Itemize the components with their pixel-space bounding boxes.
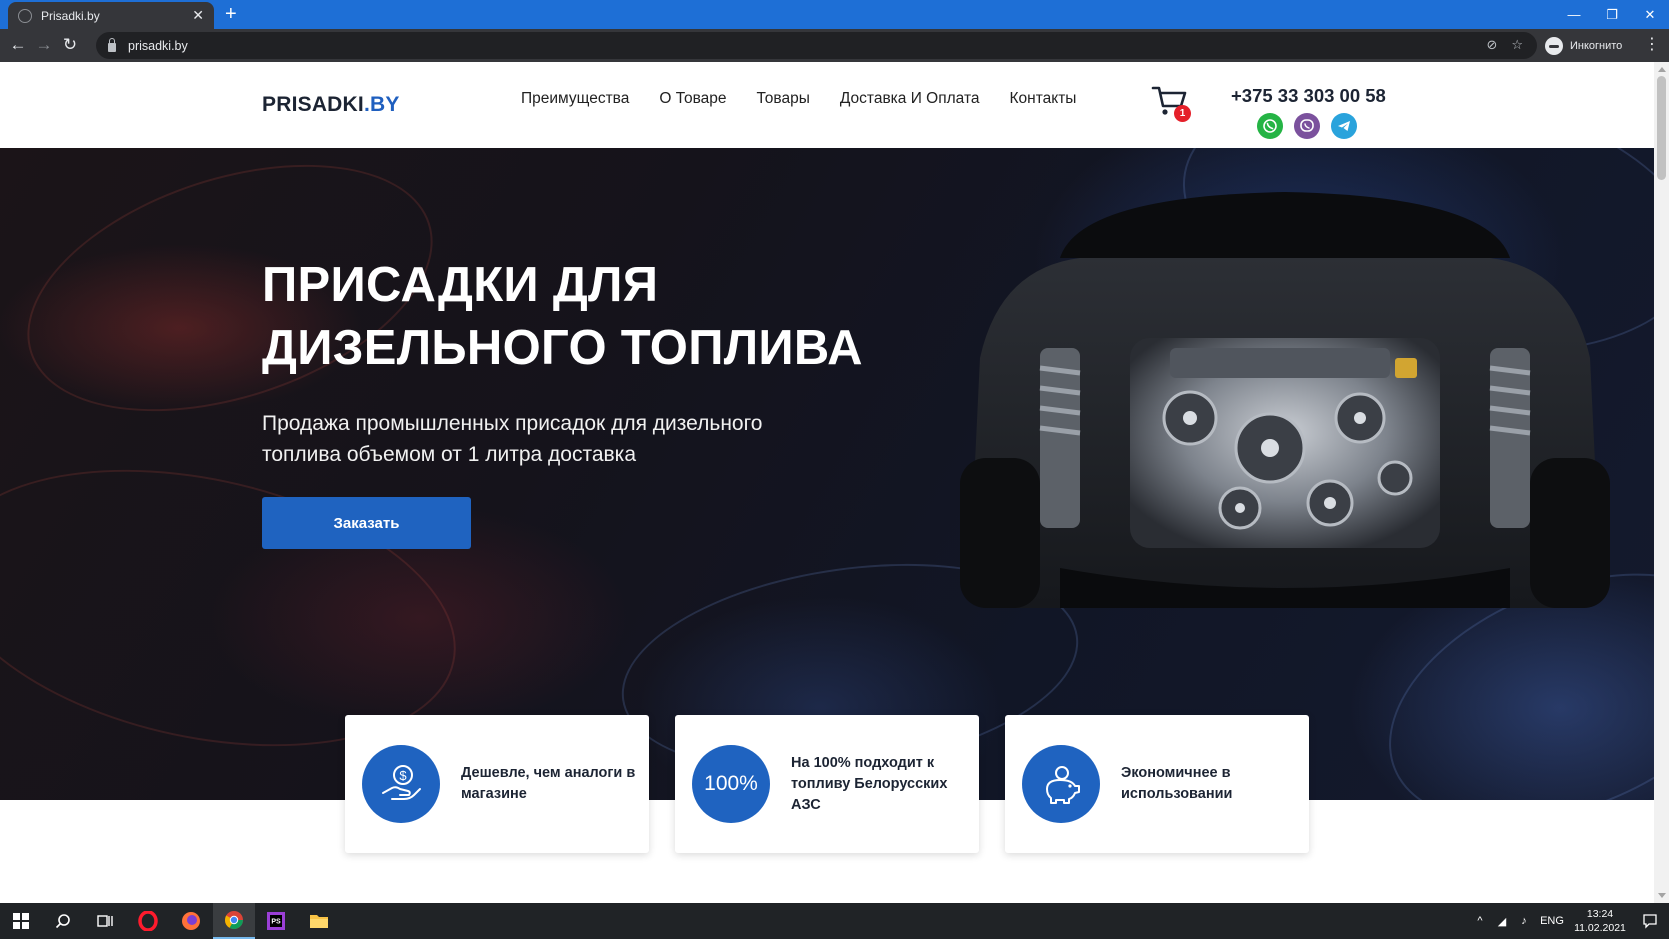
close-window-icon[interactable]: ✕ bbox=[1631, 0, 1669, 29]
system-tray: ^ ◢ ♪ ENG 13:24 11.02.2021 bbox=[1469, 903, 1669, 939]
clock-time: 13:24 bbox=[1586, 908, 1614, 920]
page-viewport: PRISADKI.BY Преимущества О Товаре Товары… bbox=[0, 62, 1669, 903]
incognito-icon bbox=[1545, 36, 1563, 55]
tray-chevron-up-icon[interactable]: ^ bbox=[1469, 915, 1491, 927]
feature-card: 100% На 100% подходит к топливу Белорусс… bbox=[675, 715, 979, 853]
start-windows-icon[interactable] bbox=[0, 903, 42, 939]
order-button[interactable]: Заказать bbox=[262, 497, 471, 549]
reload-icon[interactable]: ↻ bbox=[58, 33, 82, 57]
clock-date: 11.02.2021 bbox=[1574, 922, 1626, 934]
restore-icon[interactable]: ❐ bbox=[1593, 0, 1631, 29]
chrome-icon[interactable] bbox=[213, 903, 255, 939]
nav-products[interactable]: Товары bbox=[757, 90, 810, 108]
incognito-label: Инкогнито bbox=[1570, 39, 1623, 52]
eye-off-icon[interactable]: ⊘ bbox=[1486, 37, 1497, 53]
svg-text:$: $ bbox=[399, 768, 407, 783]
feature-text: Дешевле, чем аналоги в магазине bbox=[461, 765, 636, 802]
site-header: PRISADKI.BY Преимущества О Товаре Товары… bbox=[0, 62, 1654, 148]
percent-badge-icon: 100% bbox=[692, 745, 770, 823]
nav-about-product[interactable]: О Товаре bbox=[659, 90, 726, 108]
tab-close-icon[interactable]: ✕ bbox=[192, 7, 204, 24]
hand-coin-icon: $ bbox=[362, 745, 440, 823]
car-engine-illustration bbox=[960, 192, 1610, 608]
feature-card: $ Дешевле, чем аналоги в магазине bbox=[345, 715, 649, 853]
notifications-icon[interactable] bbox=[1631, 913, 1669, 929]
language-indicator[interactable]: ENG bbox=[1535, 915, 1569, 927]
feature-text: Экономичнее в использовании bbox=[1121, 765, 1233, 802]
back-icon[interactable]: ← bbox=[6, 33, 30, 57]
browser-tab[interactable]: Prisadki.by ✕ bbox=[8, 2, 214, 29]
nav-contacts[interactable]: Контакты bbox=[1010, 90, 1077, 108]
viber-icon[interactable] bbox=[1294, 113, 1320, 139]
feature-card: Экономичнее в использовании bbox=[1005, 715, 1309, 853]
new-tab-button[interactable]: + bbox=[225, 3, 237, 25]
scrollbar-thumb[interactable] bbox=[1657, 76, 1666, 180]
logo-main: PRISADKI bbox=[262, 93, 364, 116]
phpstorm-icon[interactable]: PS bbox=[255, 903, 297, 939]
cart-button[interactable]: 1 bbox=[1151, 84, 1191, 124]
scroll-down-icon[interactable] bbox=[1658, 893, 1666, 898]
svg-text:PS: PS bbox=[271, 919, 281, 926]
window-controls: — ❐ ✕ bbox=[1555, 0, 1669, 29]
bookmark-star-icon[interactable]: ☆ bbox=[1511, 37, 1523, 53]
messenger-links bbox=[1257, 113, 1357, 139]
network-icon[interactable]: ◢ bbox=[1491, 915, 1513, 928]
scroll-up-icon[interactable] bbox=[1658, 67, 1666, 72]
hero-subtitle: Продажа промышленных присадок для дизель… bbox=[262, 412, 763, 466]
phone-number[interactable]: +375 33 303 00 58 bbox=[1231, 85, 1386, 107]
os-taskbar: PS ^ ◢ ♪ ENG 13:24 11.02.2021 bbox=[0, 903, 1669, 939]
browser-menu-icon[interactable]: ⋮ bbox=[1644, 34, 1660, 54]
tab-title: Prisadki.by bbox=[41, 8, 100, 23]
nav-delivery-payment[interactable]: Доставка И Оплата bbox=[840, 90, 980, 108]
nav-advantages[interactable]: Преимущества bbox=[521, 90, 629, 108]
logo-accent: .BY bbox=[363, 93, 400, 116]
feature-text: На 100% подходит к топливу Белорусских А… bbox=[791, 754, 948, 813]
forward-icon[interactable]: → bbox=[32, 33, 56, 57]
browser-titlebar: Prisadki.by ✕ + — ❐ ✕ bbox=[0, 0, 1669, 29]
search-icon[interactable] bbox=[42, 903, 84, 939]
percent-badge-text: 100% bbox=[704, 772, 758, 795]
browser-toolbar: ← → ↻ prisadki.by ⊘ ☆ Инкогнито ⋮ bbox=[0, 29, 1669, 62]
url-text: prisadki.by bbox=[128, 38, 188, 53]
page-scrollbar[interactable] bbox=[1654, 62, 1669, 903]
opera-icon[interactable] bbox=[127, 903, 169, 939]
cart-count-badge: 1 bbox=[1174, 105, 1191, 122]
firefox-icon[interactable] bbox=[170, 903, 212, 939]
clock[interactable]: 13:24 11.02.2021 bbox=[1569, 907, 1631, 935]
address-bar[interactable]: prisadki.by ⊘ ☆ bbox=[96, 32, 1537, 59]
minimize-icon[interactable]: — bbox=[1555, 0, 1593, 29]
hero-title: ПРИСАДКИ ДЛЯ ДИЗЕЛЬНОГО ТОПЛИВА bbox=[262, 258, 863, 375]
features-row: $ Дешевле, чем аналоги в магазине 100% Н… bbox=[345, 715, 1309, 853]
hero-banner: ПРИСАДКИ ДЛЯ ДИЗЕЛЬНОГО ТОПЛИВА Продажа … bbox=[0, 148, 1654, 800]
task-view-icon[interactable] bbox=[84, 903, 126, 939]
volume-icon[interactable]: ♪ bbox=[1513, 915, 1535, 927]
main-nav: Преимущества О Товаре Товары Доставка И … bbox=[521, 90, 1076, 108]
whatsapp-icon[interactable] bbox=[1257, 113, 1283, 139]
incognito-profile-button[interactable]: Инкогнито bbox=[1545, 32, 1622, 59]
favicon-icon bbox=[18, 8, 32, 23]
lock-icon bbox=[108, 38, 116, 52]
site-logo[interactable]: PRISADKI.BY bbox=[262, 93, 400, 117]
piggy-bank-icon bbox=[1022, 745, 1100, 823]
telegram-icon[interactable] bbox=[1331, 113, 1357, 139]
file-explorer-icon[interactable] bbox=[298, 903, 340, 939]
